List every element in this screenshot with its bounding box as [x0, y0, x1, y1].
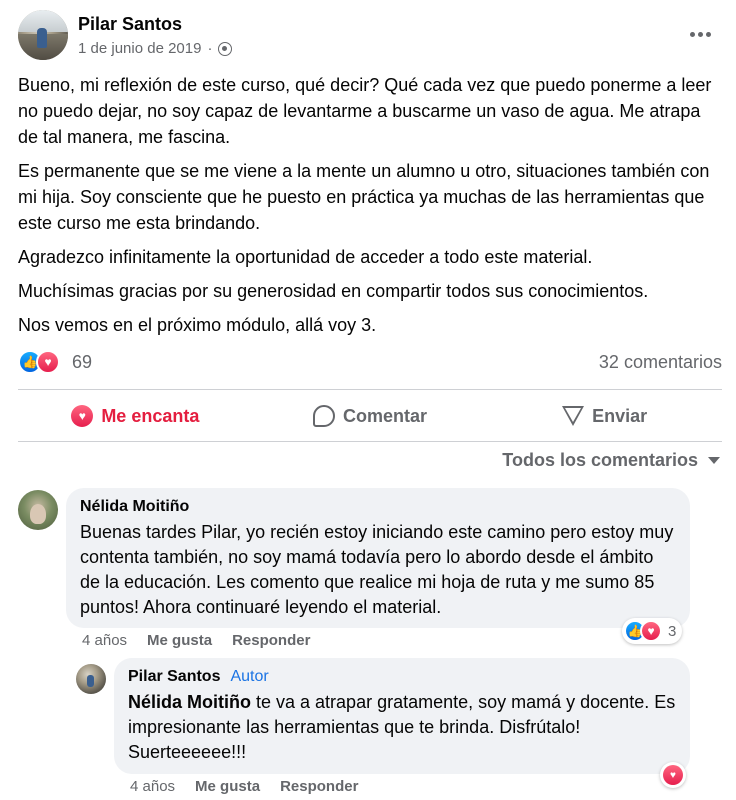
post-paragraph: Muchísimas gracias por su generosidad en… [18, 281, 649, 301]
comment-author-name[interactable]: Nélida Moitiño [80, 498, 676, 516]
love-icon: ♥ [663, 765, 683, 785]
comment-icon [313, 405, 335, 427]
caret-down-icon [708, 457, 720, 464]
comment-button-label: Comentar [343, 405, 428, 426]
comment-reaction-count: 3 [668, 622, 677, 640]
divider [18, 389, 722, 390]
comment-reactions[interactable]: 👍 ♥ 3 [622, 618, 683, 644]
dot-separator: · [207, 40, 213, 57]
post-paragraph: Bueno, mi reflexión de este curso, qué d… [18, 75, 712, 147]
comment-time[interactable]: 4 años [130, 778, 175, 795]
reply-text: Nélida Moitiño te va a atrapar gratament… [128, 690, 676, 765]
post-date[interactable]: 1 de junio de 2019 [78, 40, 201, 57]
comment-reply-button[interactable]: Responder [280, 778, 358, 795]
comment-bubble: Nélida Moitiño Buenas tardes Pilar, yo r… [66, 488, 690, 628]
reaction-count[interactable]: 69 [72, 352, 92, 373]
post-actions: ♥ Me encanta Comentar Enviar [18, 394, 722, 438]
post-paragraph: Agradezco infinitamente la oportunidad d… [18, 247, 593, 267]
comment-text: Buenas tardes Pilar, yo recién estoy ini… [80, 522, 674, 617]
post-body: Bueno, mi reflexión de este curso, qué d… [18, 72, 722, 346]
comment-reply-button[interactable]: Responder [232, 632, 310, 649]
send-button-label: Enviar [592, 405, 648, 426]
love-reaction-label: Me encanta [101, 405, 200, 426]
comment-sort-label: Todos los comentarios [502, 450, 698, 470]
avatar[interactable] [18, 10, 68, 60]
author-badge: Autor [230, 668, 269, 685]
more-dots-icon [689, 31, 695, 37]
post-author-name[interactable]: Pilar Santos [78, 14, 182, 35]
comment-like-button[interactable]: Me gusta [195, 778, 260, 795]
reply-header: Pilar Santos Autor [128, 668, 676, 686]
more-options-button[interactable] [686, 24, 714, 44]
reaction-icons[interactable]: 👍 ♥ [18, 350, 60, 374]
comment-like-button[interactable]: Me gusta [147, 632, 212, 649]
reply-bubble: Pilar Santos Autor Nélida Moitiño te va … [114, 658, 690, 774]
avatar[interactable] [18, 490, 58, 530]
heart-icon: ♥ [71, 405, 94, 427]
love-icon: ♥ [36, 350, 60, 374]
post-header: Pilar Santos 1 de junio de 2019 · [18, 10, 722, 64]
mention-link[interactable]: Nélida Moitiño [128, 692, 251, 712]
comment-button[interactable]: Comentar [253, 394, 488, 438]
comment-actions: 4 años Me gusta Responder [82, 632, 310, 649]
post-meta: 1 de junio de 2019 · [78, 40, 233, 57]
comment-sort-dropdown[interactable]: Todos los comentarios [502, 450, 720, 471]
avatar[interactable] [76, 664, 106, 694]
send-button[interactable]: Enviar [487, 394, 722, 438]
group-icon [218, 41, 233, 56]
reactions-summary: 👍 ♥ 69 32 comentarios [18, 350, 722, 376]
comment-time[interactable]: 4 años [82, 632, 127, 649]
comment-actions: 4 años Me gusta Responder [130, 778, 358, 795]
reply-author-name[interactable]: Pilar Santos [128, 668, 220, 686]
post-paragraph: Nos vemos en el próximo módulo, allá voy… [18, 315, 377, 335]
comment-count-link[interactable]: 32 comentarios [599, 352, 722, 373]
love-icon: ♥ [640, 620, 662, 642]
send-icon [562, 406, 585, 426]
divider [18, 441, 722, 442]
reply-reactions[interactable]: ♥ [660, 762, 686, 788]
post-paragraph: Es permanente que se me viene a la mente… [18, 161, 710, 233]
love-reaction-button[interactable]: ♥ Me encanta [18, 394, 253, 438]
